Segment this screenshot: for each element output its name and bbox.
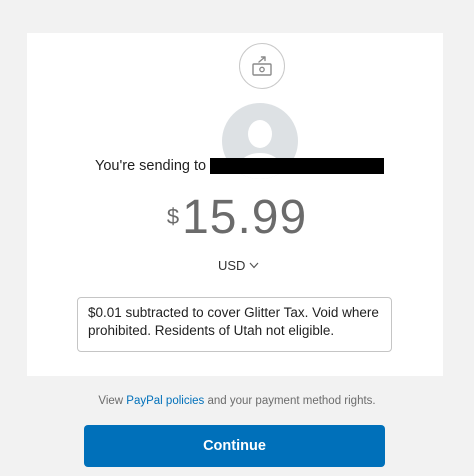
send-money-icon bbox=[252, 56, 272, 76]
currency-code: USD bbox=[218, 257, 246, 273]
recipient-name-redacted bbox=[210, 158, 385, 174]
currency-dropdown[interactable]: USD bbox=[218, 256, 259, 274]
policies-suffix: and your payment method rights. bbox=[207, 395, 376, 407]
chevron-down-icon bbox=[250, 262, 259, 268]
note-field[interactable]: $0.01 subtracted to cover Glitter Tax. V… bbox=[77, 297, 392, 352]
send-money-badge bbox=[239, 43, 285, 89]
continue-button[interactable]: Continue bbox=[84, 425, 385, 467]
currency-symbol: $ bbox=[166, 204, 180, 229]
policies-text: View PayPal policies and your payment me… bbox=[0, 395, 474, 407]
amount-value: 15.99 bbox=[182, 191, 308, 244]
amount-display: $15.99 bbox=[0, 190, 474, 245]
paypal-policies-link[interactable]: PayPal policies bbox=[126, 395, 204, 407]
policies-prefix: View bbox=[98, 395, 124, 407]
recipient-line: You're sending to bbox=[95, 158, 385, 174]
recipient-label: You're sending to bbox=[95, 158, 207, 174]
